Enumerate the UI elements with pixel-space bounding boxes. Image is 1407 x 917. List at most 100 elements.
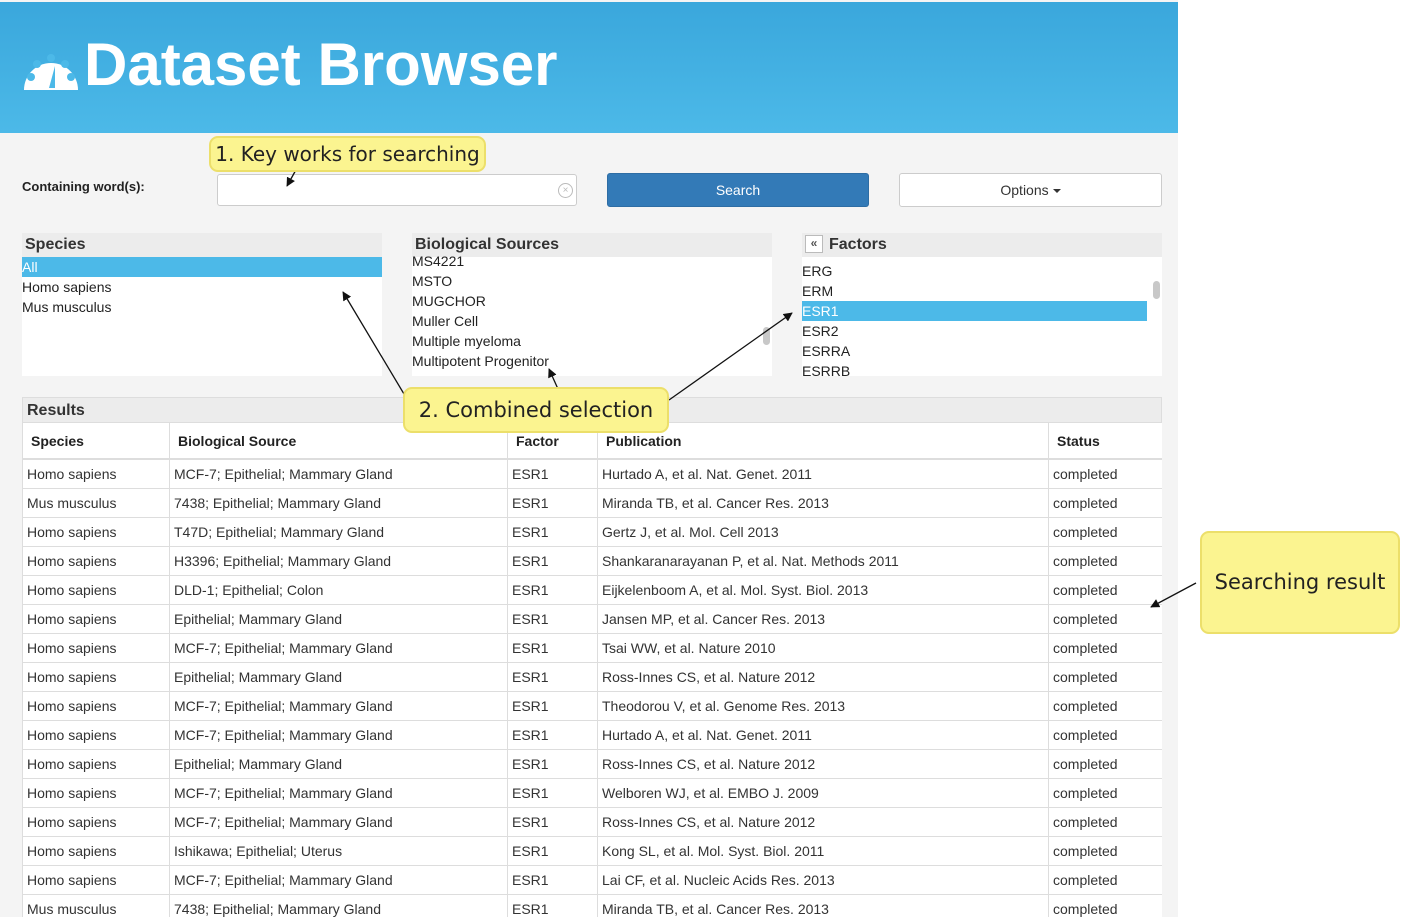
cell-status: completed — [1048, 458, 1162, 489]
factor-item[interactable]: ESR2 — [802, 321, 1147, 341]
cell-species: Homo sapiens — [22, 836, 170, 866]
dashboard-gauge-icon — [24, 54, 78, 90]
scrollbar-thumb[interactable] — [763, 327, 770, 345]
clear-search-icon[interactable]: × — [558, 183, 573, 198]
cell-species: Homo sapiens — [22, 604, 170, 634]
cell-species: Homo sapiens — [22, 749, 170, 779]
app-title: Dataset Browser — [84, 31, 558, 98]
cell-biological-source: Epithelial; Mammary Gland — [169, 749, 508, 779]
results-body: Homo sapiens MCF-7; Epithelial; Mammary G… — [22, 458, 1162, 917]
biological-sources-scrollbar[interactable] — [760, 257, 772, 376]
biological-sources-panel: Biological Sources MS4221 MSTO MUGCHOR M… — [412, 233, 772, 376]
cell-publication: Ross-Innes CS, et al. Nature 2012 — [597, 662, 1049, 692]
app-header: Dataset Browser — [0, 2, 1178, 133]
species-panel: Species All Homo sapiens Mus musculus — [22, 233, 382, 376]
search-button[interactable]: Search — [607, 173, 869, 207]
cell-publication: Miranda TB, et al. Cancer Res. 2013 — [597, 894, 1049, 917]
cell-species: Homo sapiens — [22, 720, 170, 750]
cell-status: completed — [1048, 865, 1162, 895]
scrollbar-thumb[interactable] — [1153, 281, 1160, 299]
table-row[interactable]: Homo sapiens H3396; Epithelial; Mammary G… — [22, 546, 1162, 576]
cell-biological-source: Epithelial; Mammary Gland — [169, 662, 508, 692]
cell-biological-source: MCF-7; Epithelial; Mammary Gland — [169, 778, 508, 808]
cell-biological-source: Epithelial; Mammary Gland — [169, 604, 508, 634]
cell-publication: Ross-Innes CS, et al. Nature 2012 — [597, 749, 1049, 779]
factors-scrollbar[interactable] — [1150, 257, 1162, 376]
cell-status: completed — [1048, 778, 1162, 808]
cell-species: Homo sapiens — [22, 633, 170, 663]
cell-biological-source: 7438; Epithelial; Mammary Gland — [169, 894, 508, 917]
results-panel: Results Species Biological Source Factor… — [22, 397, 1162, 917]
biological-source-item[interactable]: MSTO — [412, 271, 772, 291]
cell-publication: Shankaranarayanan P, et al. Nat. Methods… — [597, 546, 1049, 576]
table-row[interactable]: Homo sapiens T47D; Epithelial; Mammary Gl… — [22, 517, 1162, 547]
table-row[interactable]: Homo sapiens MCF-7; Epithelial; Mammary G… — [22, 691, 1162, 721]
cell-factor: ESR1 — [507, 488, 598, 518]
table-row[interactable]: Homo sapiens MCF-7; Epithelial; Mammary G… — [22, 865, 1162, 895]
cell-status: completed — [1048, 488, 1162, 518]
cell-publication: Theodorou V, et al. Genome Res. 2013 — [597, 691, 1049, 721]
table-row[interactable]: Homo sapiens Epithelial; Mammary Gland ESR… — [22, 604, 1162, 634]
species-item[interactable]: Homo sapiens — [22, 277, 382, 297]
factors-panel: « Factors ERG ERM ESR1 ESR2 ESRRA ESRRB — [802, 233, 1162, 376]
cell-status: completed — [1048, 836, 1162, 866]
cell-status: completed — [1048, 662, 1162, 692]
search-input[interactable] — [217, 174, 577, 206]
cell-publication: Ross-Innes CS, et al. Nature 2012 — [597, 807, 1049, 837]
cell-publication: Jansen MP, et al. Cancer Res. 2013 — [597, 604, 1049, 634]
table-row[interactable]: Homo sapiens Epithelial; Mammary Gland ESR… — [22, 749, 1162, 779]
species-list: All Homo sapiens Mus musculus — [22, 257, 382, 317]
collapse-panel-icon[interactable]: « — [805, 235, 823, 253]
app-window: Dataset Browser Containing word(s): × Se… — [0, 0, 1178, 917]
table-row[interactable]: Homo sapiens MCF-7; Epithelial; Mammary G… — [22, 807, 1162, 837]
factor-item[interactable]: ERM — [802, 281, 1147, 301]
cell-biological-source: MCF-7; Epithelial; Mammary Gland — [169, 807, 508, 837]
species-item[interactable]: All — [22, 257, 382, 277]
table-row[interactable]: Mus musculus 7438; Epithelial; Mammary Gl… — [22, 488, 1162, 518]
cell-status: completed — [1048, 546, 1162, 576]
factor-item[interactable]: ESRRB — [802, 361, 1147, 376]
cell-status: completed — [1048, 633, 1162, 663]
factor-item[interactable]: ESRRA — [802, 341, 1147, 361]
biological-source-item[interactable]: MUGCHOR — [412, 291, 772, 311]
biological-source-item[interactable]: Multiple myeloma — [412, 331, 772, 351]
cell-species: Homo sapiens — [22, 807, 170, 837]
cell-publication: Gertz J, et al. Mol. Cell 2013 — [597, 517, 1049, 547]
options-button-label: Options — [1000, 182, 1049, 198]
cell-status: completed — [1048, 575, 1162, 605]
factors-panel-header: « Factors — [802, 233, 1162, 257]
cell-biological-source: MCF-7; Epithelial; Mammary Gland — [169, 865, 508, 895]
cell-biological-source: DLD-1; Epithelial; Colon — [169, 575, 508, 605]
biological-source-item[interactable]: Muller Cell — [412, 311, 772, 331]
cell-biological-source: MCF-7; Epithelial; Mammary Gland — [169, 633, 508, 663]
table-row[interactable]: Homo sapiens MCF-7; Epithelial; Mammary G… — [22, 633, 1162, 663]
table-row[interactable]: Homo sapiens MCF-7; Epithelial; Mammary G… — [22, 720, 1162, 750]
cell-publication: Hurtado A, et al. Nat. Genet. 2011 — [597, 458, 1049, 489]
column-header-status[interactable]: Status — [1048, 423, 1162, 460]
options-dropdown-button[interactable]: Options — [899, 173, 1162, 207]
column-header-species[interactable]: Species — [22, 423, 170, 460]
cell-species: Homo sapiens — [22, 575, 170, 605]
cell-publication: Kong SL, et al. Mol. Syst. Biol. 2011 — [597, 836, 1049, 866]
search-label: Containing word(s): — [22, 179, 145, 194]
cell-species: Mus musculus — [22, 894, 170, 917]
table-row[interactable]: Mus musculus 7438; Epithelial; Mammary Gl… — [22, 894, 1162, 917]
cell-species: Homo sapiens — [22, 865, 170, 895]
cell-factor: ESR1 — [507, 517, 598, 547]
cell-species: Mus musculus — [22, 488, 170, 518]
biological-sources-list: MS4221 MSTO MUGCHOR Muller Cell Multiple… — [412, 251, 772, 371]
table-row[interactable]: Homo sapiens MCF-7; Epithelial; Mammary G… — [22, 458, 1162, 489]
factor-item[interactable]: ERG — [802, 261, 1147, 281]
cell-status: completed — [1048, 691, 1162, 721]
biological-source-item[interactable]: Multipotent Progenitor — [412, 351, 772, 371]
species-item[interactable]: Mus musculus — [22, 297, 382, 317]
table-row[interactable]: Homo sapiens MCF-7; Epithelial; Mammary G… — [22, 778, 1162, 808]
table-row[interactable]: Homo sapiens Epithelial; Mammary Gland ESR… — [22, 662, 1162, 692]
cell-biological-source: Ishikawa; Epithelial; Uterus — [169, 836, 508, 866]
factor-item[interactable]: ESR1 — [802, 301, 1147, 321]
table-row[interactable]: Homo sapiens DLD-1; Epithelial; Colon ESR1… — [22, 575, 1162, 605]
cell-publication: Lai CF, et al. Nucleic Acids Res. 2013 — [597, 865, 1049, 895]
cell-species: Homo sapiens — [22, 691, 170, 721]
cell-factor: ESR1 — [507, 691, 598, 721]
table-row[interactable]: Homo sapiens Ishikawa; Epithelial; Uterus… — [22, 836, 1162, 866]
